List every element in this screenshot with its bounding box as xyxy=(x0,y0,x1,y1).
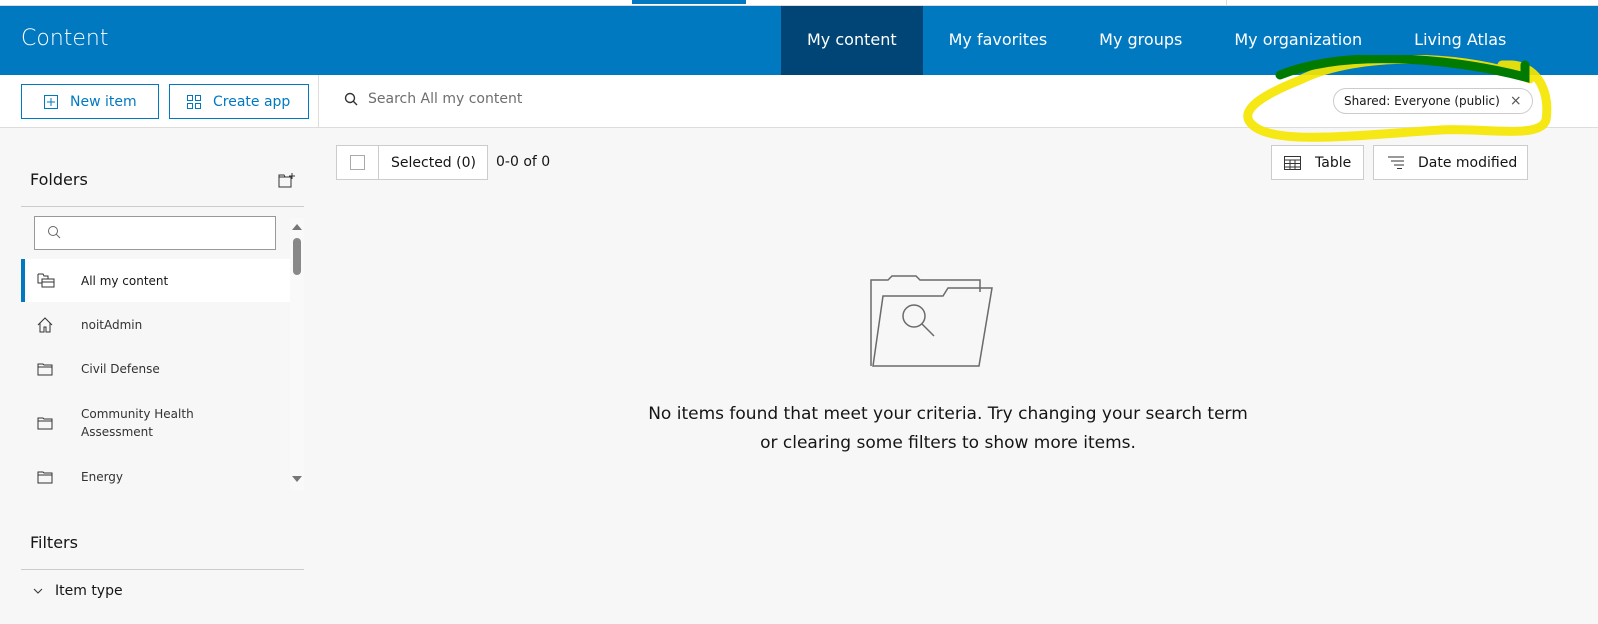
tab-my-groups[interactable]: My groups xyxy=(1073,6,1208,75)
folder-icon xyxy=(37,417,53,430)
view-label: Table xyxy=(1315,154,1352,171)
scroll-down-icon[interactable] xyxy=(292,476,302,482)
home-icon xyxy=(37,316,53,332)
divider xyxy=(21,569,304,570)
divider xyxy=(318,75,319,128)
sidebar: Folders All my content noitAdmin Civil D… xyxy=(0,128,318,624)
folder-list: All my content noitAdmin Civil Defense C… xyxy=(21,259,290,499)
filters-heading: Filters xyxy=(30,533,78,552)
tab-living-atlas[interactable]: Living Atlas xyxy=(1388,6,1532,75)
filter-label: Item type xyxy=(55,583,123,599)
empty-line-1: No items found that meet your criteria. … xyxy=(648,404,1248,424)
folders-icon xyxy=(37,273,55,287)
folder-icon xyxy=(37,363,53,376)
filter-chip-shared[interactable]: Shared: Everyone (public) × xyxy=(1333,88,1533,114)
folder-civil-defense[interactable]: Civil Defense xyxy=(21,347,290,391)
search-icon xyxy=(344,92,358,106)
search-input[interactable]: Search All my content xyxy=(344,91,522,107)
folder-label: Civil Defense xyxy=(81,362,160,376)
result-count: 0-0 of 0 xyxy=(496,154,551,170)
empty-line-2: or clearing some filters to show more it… xyxy=(760,433,1136,453)
new-item-button[interactable]: New item xyxy=(21,84,159,119)
page-title: Content xyxy=(21,26,109,51)
folder-community-health-assessment[interactable]: Community Health Assessment xyxy=(21,391,290,455)
folder-icon xyxy=(37,471,53,484)
create-app-button[interactable]: Create app xyxy=(169,84,309,119)
folder-search-input[interactable] xyxy=(34,216,276,250)
scroll-up-icon[interactable] xyxy=(292,224,302,230)
select-all-checkbox[interactable] xyxy=(337,146,379,179)
close-icon[interactable]: × xyxy=(1510,93,1522,109)
table-view-button[interactable]: Table xyxy=(1271,145,1364,180)
folder-scrollbar[interactable] xyxy=(290,218,304,490)
sort-icon xyxy=(1388,156,1404,169)
tab-my-favorites[interactable]: My favorites xyxy=(923,6,1074,75)
folder-label: Energy xyxy=(81,470,124,484)
folder-all-my-content[interactable]: All my content xyxy=(21,259,290,302)
header: Content My content My favorites My group… xyxy=(0,6,1598,75)
tab-my-organization[interactable]: My organization xyxy=(1208,6,1388,75)
top-indicator xyxy=(632,0,746,4)
grid-icon xyxy=(187,94,201,109)
tab-my-content[interactable]: My content xyxy=(781,6,923,75)
search-placeholder: Search All my content xyxy=(368,91,523,107)
new-folder-icon[interactable] xyxy=(278,172,296,188)
sort-label: Date modified xyxy=(1418,154,1518,171)
folder-energy[interactable]: Energy xyxy=(21,455,290,499)
chip-label: Shared: Everyone (public) xyxy=(1344,94,1500,108)
folder-noitadmin[interactable]: noitAdmin xyxy=(21,302,290,347)
toolbar: New item Create app Search All my conten… xyxy=(0,75,1598,128)
nav-tabs: My content My favorites My groups My org… xyxy=(781,6,1532,75)
create-app-label: Create app xyxy=(213,93,291,110)
divider xyxy=(21,206,304,207)
empty-folder-search-icon xyxy=(870,275,993,367)
folder-label: All my content xyxy=(81,273,169,288)
scroll-thumb[interactable] xyxy=(293,238,301,275)
new-item-label: New item xyxy=(70,93,137,110)
chevron-down-icon xyxy=(33,588,43,594)
main-content: Selected (0) 0-0 of 0 Table Date modifie… xyxy=(318,128,1598,624)
search-icon xyxy=(48,226,61,239)
sort-button[interactable]: Date modified xyxy=(1373,145,1528,180)
table-icon xyxy=(1284,155,1301,170)
folder-label: noitAdmin xyxy=(81,317,143,332)
plus-square-icon xyxy=(44,94,58,109)
selected-label: Selected (0) xyxy=(391,154,476,171)
select-all[interactable]: Selected (0) xyxy=(336,145,488,180)
folder-label: Community Health Assessment xyxy=(81,407,194,439)
filter-item-type[interactable]: Item type xyxy=(33,583,123,599)
folders-heading: Folders xyxy=(30,170,88,189)
empty-message: No items found that meet your criteria. … xyxy=(618,400,1278,458)
